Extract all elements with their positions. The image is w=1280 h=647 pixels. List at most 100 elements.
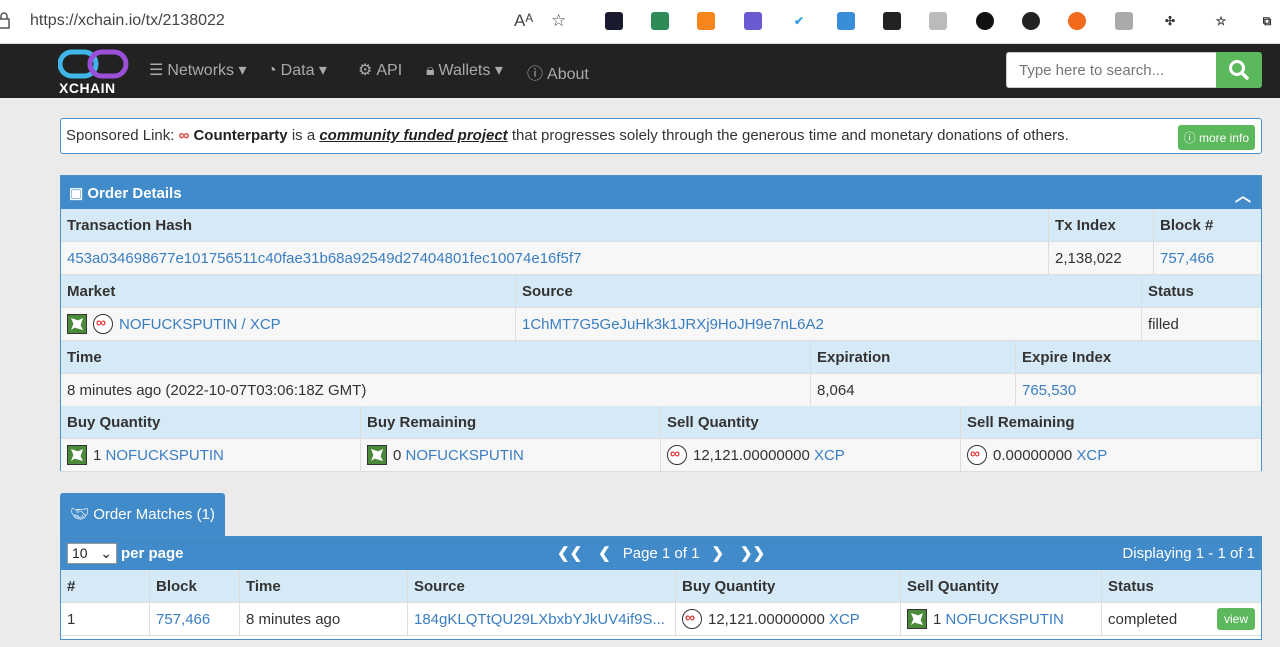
time-label: Time bbox=[61, 341, 811, 374]
extension-icon[interactable] bbox=[605, 12, 623, 30]
asset-link[interactable]: XCP bbox=[829, 611, 860, 628]
expire-index-label: Expire Index bbox=[1016, 341, 1261, 374]
favorites-icon[interactable]: ☆ bbox=[1212, 12, 1230, 30]
extension-icon[interactable] bbox=[929, 12, 947, 30]
block-label: Block # bbox=[1154, 209, 1261, 242]
xcp-asset-icon bbox=[682, 609, 702, 629]
status-value: filled bbox=[1142, 308, 1261, 341]
lock-icon bbox=[0, 12, 10, 29]
lock-icon: 🔒︎ bbox=[426, 62, 435, 79]
info-icon: ⓘ bbox=[527, 66, 544, 83]
status-value: completed bbox=[1108, 610, 1178, 628]
table-row: 1 757,466 8 minutes ago 184gKLQTtQU29LXb… bbox=[61, 603, 1261, 636]
collapse-icon[interactable]: ︿ bbox=[1235, 182, 1251, 206]
block-link[interactable]: 757,466 bbox=[156, 611, 210, 628]
search-icon bbox=[1229, 60, 1249, 80]
source-address-link[interactable]: 184gKLQTtQU29LXbxbYJkUV4if9S... bbox=[414, 611, 665, 628]
collections-icon[interactable]: ⧉ bbox=[1258, 12, 1276, 30]
source-label: Source bbox=[516, 275, 1142, 308]
asset-link[interactable]: NOFUCKSPUTIN bbox=[946, 611, 1064, 628]
tx-hash-label: Transaction Hash bbox=[61, 209, 1049, 242]
page-indicator: Page 1 of 1 bbox=[622, 545, 700, 562]
status-label: Status bbox=[1142, 275, 1261, 308]
column-header: Block bbox=[150, 570, 240, 603]
asset-link[interactable]: NOFUCKSPUTIN bbox=[406, 447, 524, 464]
tx-index-label: Tx Index bbox=[1049, 209, 1154, 242]
search-button[interactable] bbox=[1216, 52, 1262, 88]
tx-hash-link[interactable]: 453a034698677e101756511c40fae31b68a92549… bbox=[67, 250, 581, 267]
url-text[interactable]: https://xchain.io/tx/2138022 bbox=[30, 12, 225, 30]
order-details-panel: ▣ Order Details ︿ Transaction Hash Tx In… bbox=[60, 175, 1262, 472]
search-input[interactable] bbox=[1006, 52, 1217, 88]
extension-icon[interactable] bbox=[976, 12, 994, 30]
buy-remaining-label: Buy Remaining bbox=[361, 406, 661, 439]
xchain-logo[interactable]: XCHAIN bbox=[57, 48, 130, 96]
prev-page-icon[interactable]: ❮ bbox=[598, 545, 611, 562]
asset-link[interactable]: XCP bbox=[814, 447, 845, 464]
row-number: 1 bbox=[61, 603, 150, 636]
xcp-asset-icon bbox=[93, 314, 113, 334]
extension-icon[interactable] bbox=[1068, 12, 1086, 30]
expire-index-link[interactable]: 765,530 bbox=[1022, 382, 1076, 399]
column-header: Status bbox=[1102, 570, 1261, 603]
book-icon: ▣ bbox=[69, 185, 84, 202]
pagination-bar: 10 ⌄ per page ❮❮ ❮ Page 1 of 1 ❯ ❯❯ Displayin… bbox=[61, 537, 1261, 570]
counterparty-icon: ∞ bbox=[178, 127, 190, 144]
column-header: Sell Quantity bbox=[901, 570, 1102, 603]
asset-link[interactable]: XCP bbox=[1076, 447, 1107, 464]
tab-order-matches[interactable]: 🤝︎ Order Matches (1) bbox=[60, 493, 225, 537]
last-page-icon[interactable]: ❯❯ bbox=[740, 545, 765, 562]
nav-about[interactable]: ⓘ About bbox=[527, 60, 589, 84]
nav-data[interactable]: ◔ Data ▾ bbox=[267, 60, 327, 80]
browser-address-bar: https://xchain.io/tx/2138022 Aᴬ ☆ ✔ ✣ ☆ … bbox=[0, 0, 1280, 44]
order-matches-panel: 10 ⌄ per page ❮❮ ❮ Page 1 of 1 ❯ ❯❯ Displayin… bbox=[60, 536, 1262, 640]
extension-icon[interactable] bbox=[744, 12, 762, 30]
dashboard-icon: ◔ bbox=[267, 62, 277, 79]
check-icon[interactable]: ✔ bbox=[790, 12, 808, 30]
panel-title: Order Details bbox=[87, 185, 182, 202]
nav-networks[interactable]: ☰ Networks ▾ bbox=[149, 60, 247, 80]
buy-quantity-label: Buy Quantity bbox=[61, 406, 361, 439]
displaying-count: Displaying 1 - 1 of 1 bbox=[1122, 545, 1255, 562]
nofucksputin-asset-icon bbox=[67, 314, 87, 334]
extension-icon[interactable] bbox=[837, 12, 855, 30]
market-label: Market bbox=[61, 275, 516, 308]
nofucksputin-asset-icon bbox=[367, 445, 387, 465]
puzzle-icon[interactable]: ✣ bbox=[1161, 12, 1179, 30]
per-page-select[interactable]: 10 ⌄ bbox=[67, 543, 117, 564]
chevron-down-icon: ⌄ bbox=[100, 545, 112, 561]
column-header: # bbox=[61, 570, 150, 603]
xcp-asset-icon bbox=[667, 445, 687, 465]
first-page-icon[interactable]: ❮❮ bbox=[557, 545, 582, 562]
extension-icon[interactable] bbox=[1022, 12, 1040, 30]
extension-icon[interactable] bbox=[651, 12, 669, 30]
logo-text: XCHAIN bbox=[59, 80, 116, 96]
favorite-icon[interactable]: ☆ bbox=[551, 11, 566, 31]
sell-quantity-label: Sell Quantity bbox=[661, 406, 961, 439]
nav-api[interactable]: ⚙ API bbox=[358, 60, 402, 80]
per-page-label: per page bbox=[121, 545, 184, 562]
more-info-button[interactable]: ⓘ more info bbox=[1177, 125, 1255, 150]
xcp-asset-icon bbox=[967, 445, 987, 465]
extension-icon[interactable] bbox=[883, 12, 901, 30]
nofucksputin-asset-icon bbox=[67, 445, 87, 465]
handshake-icon: 🤝︎ bbox=[70, 506, 90, 523]
read-aloud-icon[interactable]: Aᴬ bbox=[514, 11, 533, 31]
extension-icon[interactable] bbox=[1115, 12, 1133, 30]
community-funded-link[interactable]: community funded project bbox=[319, 127, 507, 144]
counterparty-name: Counterparty bbox=[193, 127, 288, 144]
nav-wallets[interactable]: 🔒︎ Wallets ▾ bbox=[426, 60, 503, 80]
market-link[interactable]: NOFUCKSPUTIN / XCP bbox=[119, 316, 281, 333]
view-button[interactable]: view bbox=[1216, 608, 1255, 630]
metamask-icon[interactable] bbox=[697, 12, 715, 30]
next-page-icon[interactable]: ❯ bbox=[711, 545, 724, 562]
sell-remaining-label: Sell Remaining bbox=[961, 406, 1261, 439]
nofucksputin-asset-icon bbox=[907, 609, 927, 629]
logo-icon bbox=[57, 49, 129, 79]
time-value: 8 minutes ago bbox=[240, 603, 408, 636]
asset-link[interactable]: NOFUCKSPUTIN bbox=[106, 447, 224, 464]
block-link[interactable]: 757,466 bbox=[1160, 250, 1214, 267]
source-address-link[interactable]: 1ChMT7G5GeJuHk3k1JRXj9HoJH9e7nL6A2 bbox=[522, 316, 824, 333]
expiration-label: Expiration bbox=[811, 341, 1016, 374]
column-header: Source bbox=[408, 570, 676, 603]
